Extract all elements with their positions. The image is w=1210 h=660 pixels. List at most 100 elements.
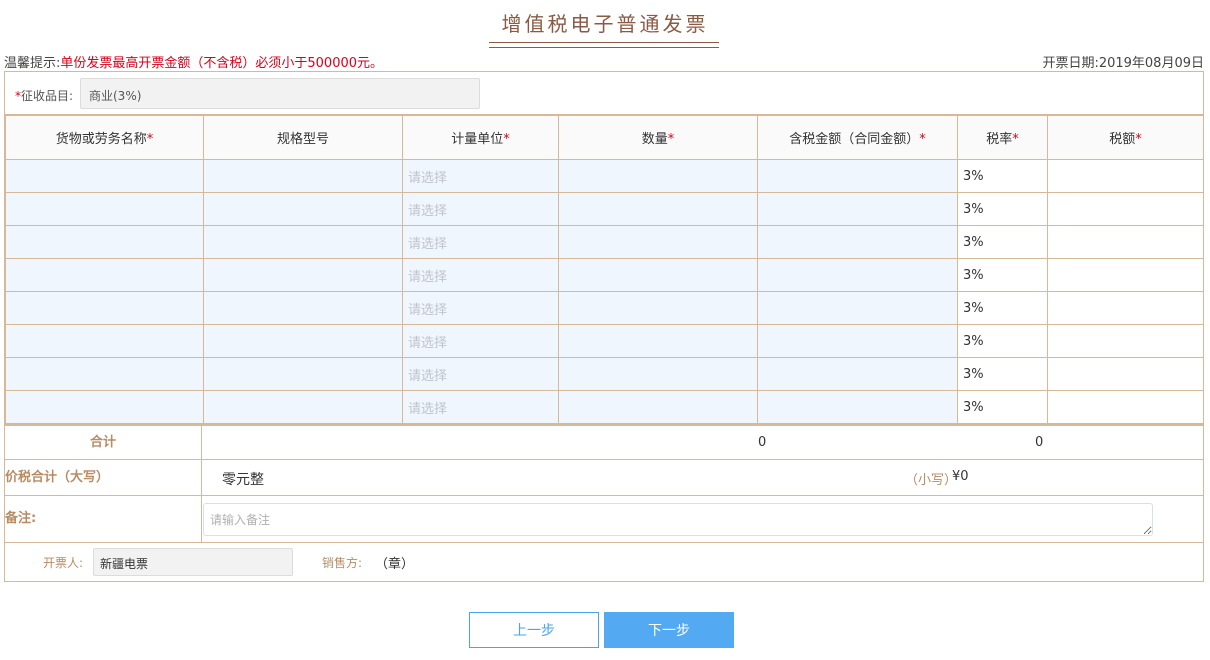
note-row: 备注: [5, 496, 1203, 543]
name-input[interactable] [5, 159, 204, 193]
issue-date-value: 2019年08月09日 [1098, 56, 1204, 71]
spec-input[interactable] [203, 159, 403, 193]
prev-step-button[interactable]: 上一步 [469, 612, 599, 648]
col-header-spec: 规格型号 [203, 115, 403, 160]
tax-cell [1047, 192, 1204, 226]
name-input[interactable] [5, 192, 204, 226]
table-header-row: 货物或劳务名称* 规格型号 计量单位* 数量* 含税金额（合同金额）* 税率* … [5, 115, 1204, 160]
col-header-quantity: 数量* [558, 115, 758, 160]
total-upper-value: 零元整 [222, 472, 264, 488]
amount-input[interactable] [757, 390, 958, 424]
col-header-tax: 税额* [1047, 115, 1204, 160]
name-input[interactable] [5, 225, 204, 259]
amount-input[interactable] [757, 357, 958, 391]
col-header-name: 货物或劳务名称* [5, 115, 204, 160]
issuer-label: 开票人: [43, 556, 84, 570]
name-input[interactable] [5, 291, 204, 325]
tax-cell [1047, 159, 1204, 193]
quantity-input[interactable] [558, 357, 758, 391]
unit-select[interactable]: 请选择 [402, 192, 559, 226]
invoice-title-wrap: 增值税电子普通发票 [0, 8, 1210, 44]
rate-cell: 3% [957, 159, 1048, 193]
summary-row: 合计 0 0 [5, 424, 1203, 460]
table-row: 请选择 3% [5, 357, 1204, 391]
total-small-value: ¥0 [952, 469, 969, 484]
issuer-input[interactable]: 新疆电票 [93, 548, 293, 576]
note-label: 备注: [5, 496, 202, 542]
tax-cell [1047, 357, 1204, 391]
unit-select[interactable]: 请选择 [402, 324, 559, 358]
warm-tip: 温馨提示:单份发票最高开票金额（不含税）必须小于500000元。 [4, 52, 383, 71]
unit-select[interactable]: 请选择 [402, 357, 559, 391]
unit-select[interactable]: 请选择 [402, 159, 559, 193]
spec-input[interactable] [203, 390, 403, 424]
spec-input[interactable] [203, 192, 403, 226]
summary-amount: 0 [758, 435, 767, 450]
title-underline-top [489, 42, 719, 43]
seller-seal: （章） [375, 557, 415, 572]
quantity-input[interactable] [558, 192, 758, 226]
spec-input[interactable] [203, 225, 403, 259]
quantity-input[interactable] [558, 159, 758, 193]
table-row: 请选择 3% [5, 192, 1204, 226]
rate-cell: 3% [957, 192, 1048, 226]
seller-label: 销售方: [322, 556, 363, 570]
quantity-input[interactable] [558, 291, 758, 325]
tax-cell [1047, 291, 1204, 325]
tax-cell [1047, 324, 1204, 358]
category-select[interactable]: 商业(3%) [80, 78, 480, 109]
amount-input[interactable] [757, 225, 958, 259]
tax-cell [1047, 390, 1204, 424]
spec-input[interactable] [203, 357, 403, 391]
amount-input[interactable] [757, 324, 958, 358]
total-small-label: （小写） [905, 473, 958, 488]
unit-select[interactable]: 请选择 [402, 291, 559, 325]
table-row: 请选择 3% [5, 159, 1204, 193]
quantity-input[interactable] [558, 324, 758, 358]
name-input[interactable] [5, 357, 204, 391]
table-row: 请选择 3% [5, 324, 1204, 358]
category-label: *征收品目: [15, 87, 73, 104]
summary-label: 合计 [5, 426, 202, 460]
table-row: 请选择 3% [5, 225, 1204, 259]
rate-cell: 3% [957, 291, 1048, 325]
unit-select[interactable]: 请选择 [402, 225, 559, 259]
issue-date: 开票日期:2019年08月09日 [1042, 52, 1204, 71]
note-textarea[interactable] [203, 503, 1153, 536]
col-header-rate: 税率* [957, 115, 1048, 160]
rate-cell: 3% [957, 390, 1048, 424]
issue-date-label: 开票日期: [1042, 56, 1099, 71]
spec-input[interactable] [203, 324, 403, 358]
unit-select[interactable]: 请选择 [402, 390, 559, 424]
category-label-text: 征收品目: [21, 89, 74, 103]
unit-select[interactable]: 请选择 [402, 258, 559, 292]
invoice-title: 增值税电子普通发票 [501, 12, 709, 36]
tax-cell [1047, 225, 1204, 259]
rate-cell: 3% [957, 225, 1048, 259]
title-underline-bottom [489, 47, 719, 48]
rate-cell: 3% [957, 357, 1048, 391]
total-label: 价税合计（大写） [5, 460, 202, 495]
amount-input[interactable] [757, 291, 958, 325]
warm-tip-text: 单份发票最高开票金额（不含税）必须小于500000元。 [60, 56, 384, 71]
name-input[interactable] [5, 258, 204, 292]
spec-input[interactable] [203, 291, 403, 325]
next-step-button[interactable]: 下一步 [604, 612, 734, 648]
name-input[interactable] [5, 324, 204, 358]
table-row: 请选择 3% [5, 291, 1204, 325]
quantity-input[interactable] [558, 390, 758, 424]
spec-input[interactable] [203, 258, 403, 292]
name-input[interactable] [5, 390, 204, 424]
total-row: 价税合计（大写） 零元整 （小写） ¥0 [5, 460, 1203, 496]
quantity-input[interactable] [558, 258, 758, 292]
amount-input[interactable] [757, 258, 958, 292]
category-row: *征收品目: 商业(3%) [5, 72, 1203, 115]
invoice-form: *征收品目: 商业(3%) 货物或劳务名称* 规格型号 计量单位* 数量* 含税… [4, 71, 1204, 582]
amount-input[interactable] [757, 159, 958, 193]
warm-tip-label: 温馨提示: [4, 56, 61, 71]
rate-cell: 3% [957, 258, 1048, 292]
quantity-input[interactable] [558, 225, 758, 259]
table-row: 请选择 3% [5, 390, 1204, 424]
amount-input[interactable] [757, 192, 958, 226]
rate-cell: 3% [957, 324, 1048, 358]
